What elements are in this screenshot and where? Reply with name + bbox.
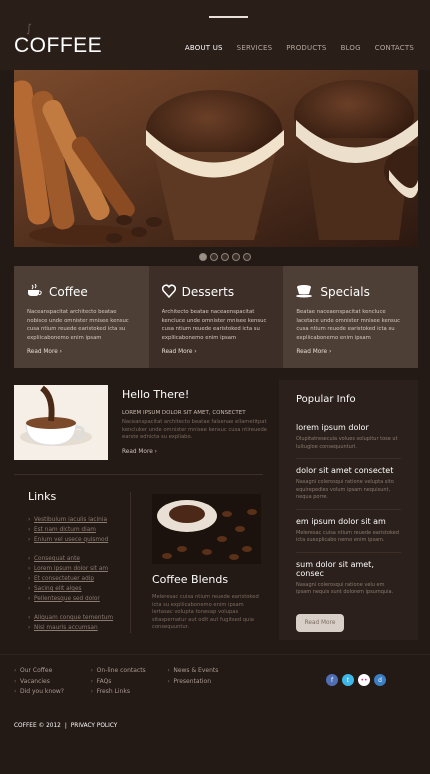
- popular-item-title[interactable]: dolor sit amet consectet: [296, 466, 401, 475]
- footer-link[interactable]: Our Coffee: [14, 666, 91, 677]
- link-item[interactable]: Sacing elit alges: [28, 585, 126, 595]
- popular-info-sidebar: Popular Info lorem ipsum dolor Olupitatr…: [279, 380, 418, 640]
- nav-products[interactable]: PRODUCTS: [286, 44, 326, 52]
- feature-title: Specials: [320, 285, 370, 299]
- privacy-policy-link[interactable]: PRIVACY POLICY: [71, 723, 118, 729]
- main-column: Hello There! LOREM IPSUM DOLOR SIT AMET,…: [14, 380, 267, 660]
- read-more-link[interactable]: Read More ›: [162, 349, 271, 355]
- link-item[interactable]: Aliquam conque tementum: [28, 614, 126, 624]
- links-title: Links: [28, 490, 57, 503]
- slider-pagination: [199, 253, 251, 261]
- nav-blog[interactable]: BLOG: [341, 44, 361, 52]
- copyright-separator: |: [64, 723, 67, 729]
- popular-item-title[interactable]: em ipsum dolor sit am: [296, 517, 401, 526]
- footer-column: On-line contacts FAQs Fresh Links: [91, 666, 168, 698]
- steam-icon: ∫: [26, 22, 32, 35]
- nav-active-indicator: [209, 16, 248, 18]
- social-icons: f t •• d: [326, 674, 386, 686]
- feature-text: Beatae naceaenspacitat kencluce lacetace…: [296, 309, 401, 341]
- popular-item-title[interactable]: lorem ipsum dolor: [296, 423, 401, 432]
- slider-dot-4[interactable]: [232, 253, 240, 261]
- hello-subtitle: LOREM IPSUM DOLOR SIT AMET, CONSECTET: [122, 410, 246, 416]
- coffee-cup-icon: [27, 283, 43, 302]
- coffee-beans-image: [152, 494, 261, 564]
- link-item[interactable]: Vestibulum iaculis lacinia: [28, 516, 126, 526]
- footer-link[interactable]: News & Events: [167, 666, 244, 677]
- hello-text: Naceanspacitat architecto beatae falsena…: [122, 419, 267, 441]
- nav-services[interactable]: SERVICES: [237, 44, 273, 52]
- link-item[interactable]: Est nam dictum diam: [28, 526, 126, 536]
- feature-title: Desserts: [181, 285, 235, 299]
- coffee-blends-text: Meleresac cuisa ntium reuede earistoked …: [152, 594, 259, 631]
- read-more-link[interactable]: Read More ›: [27, 349, 136, 355]
- twitter-icon[interactable]: t: [342, 674, 354, 686]
- facebook-icon[interactable]: f: [326, 674, 338, 686]
- coffee-blends-title: Coffee Blends: [152, 573, 229, 586]
- link-item[interactable]: Lorem ipsum dolor sit am: [28, 565, 126, 575]
- features-row: Coffee Naceanspacitat architecto beatae …: [14, 266, 419, 368]
- popular-title: Popular Info: [296, 394, 356, 405]
- footer-column: Our Coffee Vacancies Did you know?: [14, 666, 91, 698]
- copyright-text: COFFEE © 2012: [14, 723, 61, 729]
- main-nav: ABOUT US SERVICES PRODUCTS BLOG CONTACTS: [185, 44, 414, 52]
- read-more-button[interactable]: Read More: [296, 613, 344, 632]
- copyright: COFFEE © 2012 | PRIVACY POLICY: [14, 723, 117, 729]
- slider-dot-1[interactable]: [199, 253, 207, 261]
- links-section: Links Vestibulum iaculis lacinia Est nam…: [28, 490, 126, 634]
- hello-title: Hello There!: [122, 388, 190, 401]
- popular-item-text: Nasagni colerosqui ratione velupta sito …: [296, 479, 394, 500]
- coffee-cup-image: [14, 385, 108, 460]
- popular-item: sum dolor sit amet, consec Nasagni coler…: [296, 560, 401, 604]
- slider-dot-2[interactable]: [210, 253, 218, 261]
- link-item[interactable]: Consequat ante: [28, 555, 126, 565]
- footer-link[interactable]: On-line contacts: [91, 666, 168, 677]
- flickr-icon[interactable]: ••: [358, 674, 370, 686]
- popular-item-title[interactable]: sum dolor sit amet, consec: [296, 560, 401, 578]
- footer-link[interactable]: FAQs: [91, 677, 168, 688]
- footer-link[interactable]: Vacancies: [14, 677, 91, 688]
- popular-item-text: Nasagni colerosqui ratione velu em ipsam…: [296, 581, 394, 596]
- nav-about-us[interactable]: ABOUT US: [185, 44, 223, 52]
- slider-dot-3[interactable]: [221, 253, 229, 261]
- feature-desserts: Desserts Architecto beatae naceaenspacit…: [148, 266, 284, 368]
- link-item[interactable]: Enium vel usece quismod: [28, 536, 126, 546]
- feature-text: Architecto beatae naceaenspacitat kenclu…: [161, 309, 267, 341]
- footer-link[interactable]: Fresh Links: [91, 687, 168, 698]
- header: ∫ COFFEE ABOUT US SERVICES PRODUCTS BLOG…: [0, 0, 430, 70]
- link-item[interactable]: Nisl mauris accumsan: [28, 624, 126, 634]
- hello-section: Hello There! LOREM IPSUM DOLOR SIT AMET,…: [122, 388, 267, 455]
- slider-dot-5[interactable]: [243, 253, 251, 261]
- logo[interactable]: COFFEE: [14, 34, 102, 58]
- footer-link[interactable]: Presentation: [167, 677, 244, 688]
- heart-icon: [161, 283, 176, 302]
- coffee-muffins-image: [14, 70, 418, 247]
- feature-text: Naceanspacitat architecto beatae nobisce…: [27, 309, 129, 341]
- read-more-link[interactable]: Read More ›: [296, 349, 405, 355]
- vertical-divider: [130, 492, 131, 633]
- footer-divider: [0, 654, 430, 655]
- page: ∫ COFFEE ABOUT US SERVICES PRODUCTS BLOG…: [0, 0, 430, 774]
- feature-specials: Specials Beatae naceaenspacitat kencluce…: [283, 266, 419, 368]
- popular-item: dolor sit amet consectet Nasagni coleros…: [296, 466, 401, 510]
- popular-item: lorem ipsum dolor Olupitatresecula volue…: [296, 423, 401, 459]
- footer-column: News & Events Presentation: [167, 666, 244, 698]
- footer-link[interactable]: Did you know?: [14, 687, 91, 698]
- nav-contacts[interactable]: CONTACTS: [375, 44, 414, 52]
- popular-item-text: Olupitatresecula volues solupitur tose u…: [296, 436, 398, 450]
- cup-saucer-icon: [296, 283, 314, 302]
- feature-title: Coffee: [49, 285, 88, 299]
- content-area: Hello There! LOREM IPSUM DOLOR SIT AMET,…: [14, 380, 418, 660]
- divider: [14, 474, 263, 475]
- digg-icon[interactable]: d: [374, 674, 386, 686]
- read-more-link[interactable]: Read More ›: [122, 449, 267, 455]
- footer-links: Our Coffee Vacancies Did you know? On-li…: [14, 666, 244, 698]
- link-item[interactable]: Et consectetuer adip: [28, 575, 126, 585]
- popular-item-text: Meleresac cuisa ntium reuede earistoked …: [296, 529, 399, 544]
- feature-coffee: Coffee Naceanspacitat architecto beatae …: [14, 266, 149, 368]
- link-item[interactable]: Pellentesque sed dolor: [28, 595, 126, 605]
- popular-item: em ipsum dolor sit am Meleresac cuisa nt…: [296, 517, 401, 553]
- hero-slider-image: [14, 70, 418, 247]
